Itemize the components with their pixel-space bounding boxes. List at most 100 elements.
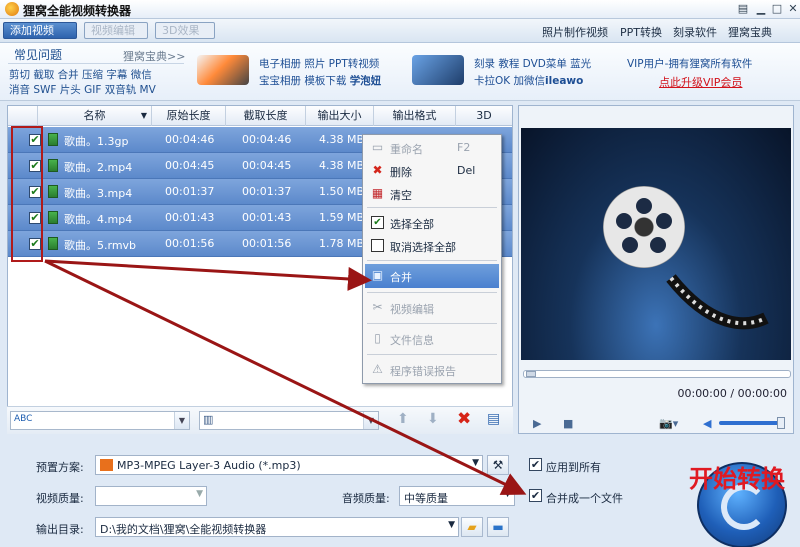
ppt-video-promo-icon[interactable] [197, 55, 249, 85]
video-quality-label: 视频质量: [36, 492, 84, 505]
menu-item-error-report[interactable]: ⚠ 程序错误报告 [365, 358, 499, 382]
apply-all-label: 应用到所有 [546, 461, 601, 474]
menu-separator [367, 323, 497, 324]
menu-item-rename[interactable]: ▭ 重命名 F2 [365, 136, 499, 160]
burn-software-link[interactable]: 刻录软件 [673, 24, 717, 40]
row-output-size: 1.50 MB [319, 185, 365, 198]
chevron-down-icon[interactable]: ▼ [363, 412, 378, 429]
apply-all-checkbox[interactable]: ✔ [529, 458, 542, 471]
volume-handle[interactable] [777, 417, 785, 429]
checkbox-highlight-box [11, 126, 43, 262]
media-file-icon [48, 159, 58, 172]
menu-icon[interactable]: ▤ [735, 2, 751, 16]
file-info-icon: ▯ [374, 331, 381, 345]
menu-item-delete[interactable]: ✖ 删除 Del [365, 159, 499, 183]
header-clip-length[interactable]: 截取长度 [226, 106, 306, 126]
volume-icon[interactable]: ◀ [703, 417, 711, 430]
main-toolbar: 添加视频 视频编辑 3D效果 照片制作视频 PPT转换 刻录软件 狸窝宝典 [0, 19, 800, 43]
video-quality-select[interactable]: ▼ [95, 486, 207, 506]
header-original-length[interactable]: 原始长度 [152, 106, 226, 126]
subtitle-icon: ABC [14, 414, 33, 424]
row-file-name: 歌曲。5.rmvb [64, 239, 137, 252]
seek-bar[interactable] [523, 370, 791, 378]
stop-icon[interactable]: ■ [563, 417, 573, 430]
add-video-button[interactable]: 添加视频 [3, 22, 77, 39]
delete-x-icon: ✖ [372, 163, 383, 177]
row-file-name: 歌曲。4.mp4 [64, 213, 133, 226]
faq-divider [8, 63, 184, 64]
faq-links-row2[interactable]: 消音 SWF 片头 GIF 双音轨 MV [9, 82, 156, 97]
dvd-burn-promo-icon[interactable] [412, 55, 464, 85]
row-original-length: 00:01:37 [165, 185, 215, 198]
start-convert-label[interactable]: 开始转换 [689, 459, 785, 494]
chevron-down-icon[interactable]: ▼ [196, 489, 203, 499]
ppt-convert-link[interactable]: PPT转换 [620, 24, 662, 40]
menu-item-deselect-all[interactable]: 取消选择全部 [365, 234, 499, 258]
row-clip-length: 00:01:43 [242, 211, 292, 224]
table-header: 名称 ▼ 原始长度 截取长度 输出大小 输出格式 3D [8, 106, 512, 126]
header-check-col [8, 106, 38, 126]
faq-links-row1[interactable]: 剪切 截取 合并 压缩 字幕 微信 [9, 67, 152, 82]
maximize-icon[interactable]: □ [769, 2, 785, 16]
minimize-icon[interactable]: ▁ [753, 2, 769, 16]
seek-handle[interactable] [526, 371, 536, 377]
effect-3d-button[interactable]: 3D效果 [155, 22, 215, 39]
playback-time: 00:00:00 / 00:00:00 [677, 387, 787, 400]
open-folder-icon[interactable]: ▬ [487, 517, 509, 537]
rename-icon: ▭ [371, 140, 384, 154]
warning-icon: ⚠ [372, 362, 383, 376]
menu-item-file-info[interactable]: ▯ 文件信息 [365, 327, 499, 351]
clear-list-icon[interactable]: ▤ [487, 411, 500, 427]
faq-more-link[interactable]: 狸窝宝典>> [123, 48, 185, 64]
mp3-format-icon [100, 459, 113, 471]
chevron-down-icon[interactable]: ▼ [472, 458, 479, 468]
liwo-guide-link[interactable]: 狸窝宝典 [728, 24, 772, 40]
browse-folder-icon[interactable]: ▰ [461, 517, 483, 537]
row-output-size: 4.38 MB [319, 159, 365, 172]
row-original-length: 00:04:45 [165, 159, 215, 172]
menu-item-clear[interactable]: ▦ 清空 [365, 182, 499, 206]
row-clip-length: 00:04:46 [242, 133, 292, 146]
subtitle-select[interactable]: ABC ▼ [10, 411, 190, 430]
merge-one-file-checkbox[interactable]: ✔ [529, 489, 542, 502]
media-file-icon [48, 185, 58, 198]
move-down-icon[interactable]: ⬇ [427, 411, 439, 427]
header-name[interactable]: 名称 ▼ [38, 106, 152, 126]
media-file-icon [48, 211, 58, 224]
header-output-format[interactable]: 输出格式 [374, 106, 456, 126]
menu-item-video-edit[interactable]: ✂ 视频编辑 [365, 296, 499, 320]
preset-select[interactable]: MP3-MPEG Layer-3 Audio (*.mp3) ▼ [95, 455, 483, 475]
vip-upgrade-link[interactable]: 点此升级VIP会员 [659, 74, 742, 90]
video-edit-button[interactable]: 视频编辑 [84, 22, 148, 39]
output-dir-select[interactable]: D:\我的文档\狸窝\全能视频转换器 ▼ [95, 517, 459, 537]
menu-item-merge[interactable]: ▣ 合并 [365, 264, 499, 288]
promo2-line2[interactable]: 卡拉OK 加微信ileawo [474, 73, 583, 88]
promo1-line2[interactable]: 宝宝相册 模板下载 学泡妞 [259, 73, 381, 88]
close-icon[interactable]: ✕ [785, 2, 800, 16]
header-3d[interactable]: 3D [456, 106, 512, 126]
audio-track-select[interactable]: ▥ ▼ [199, 411, 379, 430]
menu-separator [367, 207, 497, 208]
menu-separator [367, 260, 497, 261]
play-icon[interactable]: ▶ [533, 417, 541, 430]
menu-separator [367, 292, 497, 293]
chevron-down-icon[interactable]: ▼ [504, 489, 511, 499]
delete-icon[interactable]: ✖ [457, 409, 471, 429]
move-up-icon[interactable]: ⬆ [397, 411, 409, 427]
sort-down-icon[interactable]: ▼ [141, 106, 147, 125]
photo-video-link[interactable]: 照片制作视频 [542, 24, 608, 40]
audio-quality-select[interactable]: 中等质量 ▼ [399, 486, 515, 506]
row-clip-length: 00:01:56 [242, 237, 292, 250]
volume-slider[interactable] [719, 417, 785, 429]
chevron-down-icon[interactable]: ▼ [448, 520, 455, 530]
audio-track-icon: ▥ [203, 413, 214, 426]
promo1-line1[interactable]: 电子相册 照片 PPT转视频 [259, 56, 379, 71]
header-output-size[interactable]: 输出大小 [306, 106, 374, 126]
preset-settings-icon[interactable]: ⚒ [487, 455, 509, 475]
menu-separator [367, 354, 497, 355]
promo2-line1[interactable]: 刻录 教程 DVD菜单 蓝光 [474, 56, 591, 71]
chevron-down-icon[interactable]: ▼ [174, 412, 189, 429]
menu-item-select-all[interactable]: ✔ 选择全部 [365, 211, 499, 235]
snapshot-camera-icon[interactable]: 📷▾ [659, 417, 678, 430]
checkbox-empty-icon [371, 239, 384, 252]
